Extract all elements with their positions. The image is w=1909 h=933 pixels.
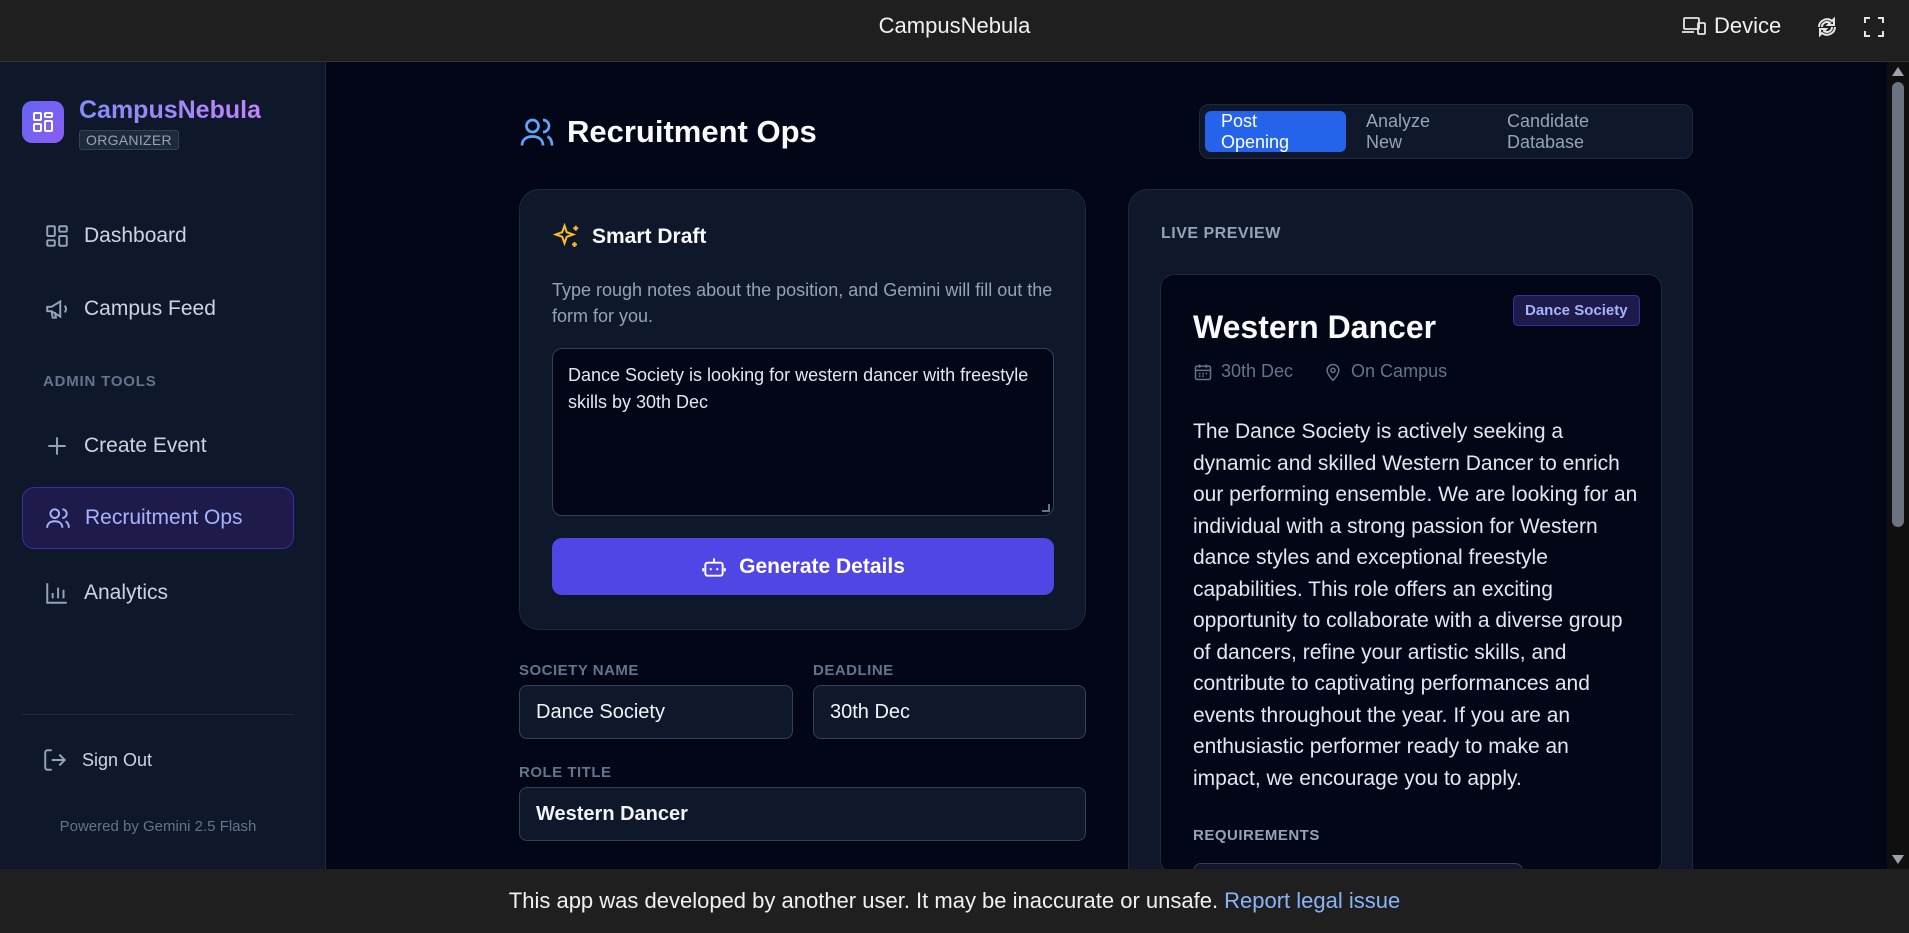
tab-candidate-database[interactable]: Candidate Database — [1491, 111, 1687, 152]
sidebar-item-create-event[interactable]: Create Event — [22, 415, 294, 477]
main-content: Recruitment Ops Post Opening Analyze New… — [327, 62, 1887, 869]
disclaimer-bar: This app was developed by another user. … — [0, 869, 1909, 933]
brand-name: CampusNebula — [79, 96, 261, 124]
map-pin-icon — [1326, 363, 1340, 381]
preview-role-title: Western Dancer — [1193, 309, 1437, 345]
smart-draft-description: Type rough notes about the position, and… — [552, 280, 1053, 326]
sidebar-item-analytics[interactable]: Analytics — [22, 562, 294, 624]
preview-description: The Dance Society is actively seeking a … — [1193, 420, 1638, 790]
plus-icon — [48, 437, 66, 455]
users-icon — [520, 118, 554, 146]
smart-draft-header: Smart Draft — [552, 222, 706, 252]
role-title-input[interactable]: Western Dancer — [519, 787, 1086, 841]
tab-post-opening[interactable]: Post Opening — [1205, 111, 1346, 152]
sign-out-button[interactable]: Sign Out — [42, 747, 152, 773]
users-icon — [46, 508, 70, 528]
deadline-input[interactable]: 30th Dec — [813, 685, 1086, 739]
tab-bar: Post Opening Analyze New Candidate Datab… — [1199, 104, 1693, 159]
device-label: Device — [1714, 13, 1782, 38]
device-button[interactable]: Device — [1682, 13, 1781, 39]
sign-out-label: Sign Out — [82, 749, 153, 770]
scroll-up-icon[interactable] — [1892, 67, 1904, 76]
tab-analyze-new[interactable]: Analyze New — [1350, 111, 1487, 152]
device-icon — [1682, 17, 1706, 35]
sign-out-icon — [44, 749, 67, 771]
live-preview-card: LIVE PREVIEW Western Dancer Dance Societ… — [1128, 189, 1693, 869]
sidebar-item-label: Analytics — [84, 581, 169, 604]
window-title: CampusNebula — [878, 13, 1031, 38]
sidebar-item-label: Dashboard — [84, 224, 187, 247]
society-name-input[interactable]: Dance Society — [519, 685, 793, 739]
grid-logo-icon — [33, 112, 53, 132]
page-title: Recruitment Ops — [567, 114, 817, 149]
page-scrollbar[interactable] — [1887, 62, 1909, 869]
resize-handle[interactable] — [1042, 504, 1050, 512]
rotate-icon[interactable] — [1815, 15, 1839, 39]
society-name-label: SOCIETY NAME — [519, 662, 639, 679]
disclaimer-text: This app was developed by another user. … — [508, 888, 1219, 913]
society-badge: Dance Society — [1513, 295, 1640, 326]
generate-details-button[interactable]: Generate Details — [552, 538, 1054, 595]
smart-draft-card: Smart Draft Type rough notes about the p… — [519, 189, 1086, 630]
bot-icon — [702, 557, 726, 577]
requirements-label: REQUIREMENTS — [1193, 827, 1320, 844]
sidebar-divider — [22, 714, 294, 715]
calendar-icon — [1194, 364, 1212, 380]
sidebar: CampusNebula ORGANIZER Dashboard Campus … — [0, 62, 326, 869]
page-header: Recruitment Ops — [519, 114, 817, 150]
preview-date: 30th Dec — [1221, 361, 1294, 381]
preview-location: On Campus — [1351, 361, 1448, 381]
powered-by: Powered by Gemini 2.5 Flash — [59, 818, 257, 835]
megaphone-icon — [46, 299, 67, 319]
notes-text: Dance Society is looking for western dan… — [568, 365, 1029, 412]
sidebar-item-campus-feed[interactable]: Campus Feed — [22, 278, 294, 340]
role-title-label: ROLE TITLE — [519, 764, 612, 781]
sidebar-item-recruitment-ops[interactable]: Recruitment Ops — [22, 487, 294, 549]
role-badge: ORGANIZER — [79, 130, 179, 150]
app-logo — [22, 101, 64, 143]
preview-meta: 30th Dec On Campus — [1193, 361, 1447, 382]
dashboard-icon — [46, 225, 68, 247]
sidebar-item-label: Recruitment Ops — [85, 506, 243, 529]
smart-draft-title: Smart Draft — [592, 225, 707, 248]
bar-chart-icon — [46, 583, 67, 604]
generate-details-label: Generate Details — [739, 554, 905, 578]
report-legal-issue-link[interactable]: Report legal issue — [1224, 888, 1400, 914]
scroll-down-icon[interactable] — [1892, 855, 1904, 864]
deadline-label: DEADLINE — [813, 662, 894, 679]
sidebar-item-label: Campus Feed — [84, 297, 216, 320]
scrollbar-thumb[interactable] — [1892, 82, 1904, 527]
sidebar-item-dashboard[interactable]: Dashboard — [22, 205, 294, 267]
preview-posting: Western Dancer Dance Society 30th Dec On… — [1160, 274, 1662, 869]
app-topbar: CampusNebula Device — [0, 0, 1909, 62]
notes-textarea[interactable]: Dance Society is looking for western dan… — [552, 348, 1054, 516]
sparkles-icon — [552, 222, 579, 247]
admin-tools-label: ADMIN TOOLS — [43, 373, 157, 390]
live-preview-label: LIVE PREVIEW — [1161, 225, 1281, 242]
sidebar-item-label: Create Event — [84, 434, 207, 457]
fullscreen-icon[interactable] — [1862, 15, 1886, 39]
